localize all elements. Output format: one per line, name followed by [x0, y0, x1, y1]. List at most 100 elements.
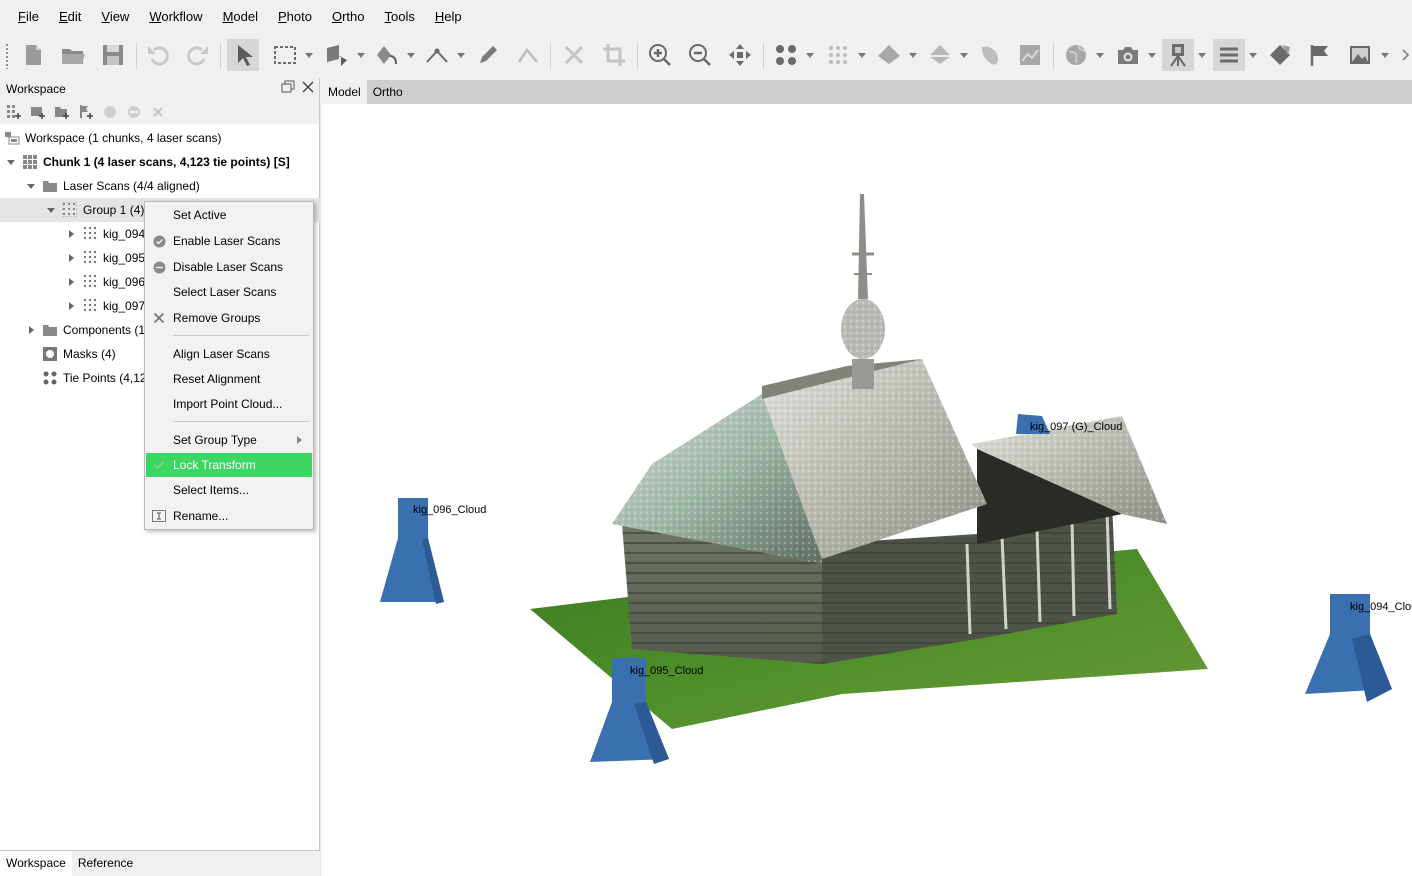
- zoom-in-button[interactable]: [644, 39, 676, 71]
- redo-button[interactable]: [182, 39, 214, 71]
- model-viewport[interactable]: kig_096_Cloud kig_097 (G)_Cloud kig_095_…: [322, 104, 1412, 876]
- dome-spire: [858, 194, 868, 299]
- chevron-down-icon[interactable]: [858, 53, 866, 59]
- chevron-down-icon[interactable]: [909, 53, 917, 59]
- expand-arrow-icon[interactable]: [26, 181, 36, 191]
- tree-item-chunk[interactable]: Chunk 1 (4 laser scans, 4,123 tie points…: [0, 150, 320, 174]
- enable-button[interactable]: [100, 102, 120, 122]
- chevron-down-icon[interactable]: [457, 53, 465, 59]
- add-folder-icon: [55, 107, 69, 119]
- folder-icon: [42, 322, 58, 338]
- menu-file[interactable]: File: [8, 0, 49, 33]
- model-shaded-button[interactable]: [873, 39, 905, 71]
- tree-item-workspace[interactable]: Workspace (1 chunks, 4 laser scans): [0, 126, 320, 150]
- rectangle-selection-button[interactable]: [269, 39, 301, 71]
- menu-item-reset-alignment[interactable]: Reset Alignment: [146, 367, 312, 391]
- draw-line-button[interactable]: [512, 39, 544, 71]
- menu-photo[interactable]: Photo: [268, 0, 322, 33]
- menu-item-enable-laser-scans[interactable]: Enable Laser Scans: [146, 229, 312, 253]
- laser-scans-button[interactable]: [1162, 39, 1194, 71]
- menu-tools[interactable]: Tools: [375, 0, 425, 33]
- menu-edit[interactable]: Edit: [49, 0, 91, 33]
- expand-arrow-icon[interactable]: [66, 229, 76, 239]
- chevron-down-icon[interactable]: [960, 53, 968, 59]
- tie-points-button[interactable]: [822, 39, 854, 71]
- zoom-out-button[interactable]: [684, 39, 716, 71]
- menu-item-set-active[interactable]: Set Active: [146, 203, 312, 227]
- tab-workspace[interactable]: Workspace: [0, 851, 72, 876]
- tab-reference[interactable]: Reference: [72, 851, 139, 876]
- chevron-down-icon[interactable]: [1249, 53, 1257, 59]
- add-photos-icon: [31, 107, 45, 119]
- tab-ortho[interactable]: Ortho: [367, 80, 409, 104]
- chevron-down-icon[interactable]: [806, 53, 814, 59]
- new-document-button[interactable]: [17, 39, 49, 71]
- show-markers-button[interactable]: [1264, 39, 1296, 71]
- float-panel-icon[interactable]: [281, 80, 295, 94]
- chevron-down-icon[interactable]: [1096, 53, 1104, 59]
- open-button[interactable]: [57, 39, 89, 71]
- menu-item-lock-transform[interactable]: Lock Transform: [146, 453, 312, 477]
- add-photos-button[interactable]: [28, 102, 48, 122]
- close-panel-icon[interactable]: [301, 80, 315, 94]
- toolbar-overflow-chevron-icon[interactable]: [1402, 49, 1410, 61]
- chevron-down-icon[interactable]: [357, 53, 365, 59]
- dem-button[interactable]: [974, 39, 1006, 71]
- undo-button[interactable]: [142, 39, 174, 71]
- menu-item-disable-laser-scans[interactable]: Disable Laser Scans: [146, 255, 312, 279]
- rotate-object-button[interactable]: [371, 39, 403, 71]
- menu-ortho[interactable]: Ortho: [322, 0, 375, 33]
- tree-item-laser-scans[interactable]: Laser Scans (4/4 aligned): [0, 174, 320, 198]
- delete-selection-button[interactable]: [558, 39, 590, 71]
- menu-view[interactable]: View: [91, 0, 139, 33]
- remove-items-button[interactable]: [148, 102, 168, 122]
- point-cloud-button[interactable]: [770, 39, 802, 71]
- toolbar-grip[interactable]: [5, 43, 9, 69]
- menu-item-rename[interactable]: Rename...: [146, 504, 312, 528]
- move-region-button[interactable]: [321, 39, 353, 71]
- menu-item-set-group-type[interactable]: Set Group Type: [146, 428, 312, 452]
- expand-arrow-icon[interactable]: [66, 277, 76, 287]
- menu-item-import-point-cloud[interactable]: Import Point Cloud...: [146, 392, 312, 416]
- menu-model[interactable]: Model: [213, 0, 268, 33]
- menu-help[interactable]: Help: [425, 0, 472, 33]
- menu-item-select-laser-scans[interactable]: Select Laser Scans: [146, 280, 312, 304]
- disable-button[interactable]: [124, 102, 144, 122]
- reset-view-button[interactable]: [724, 39, 756, 71]
- expand-arrow-icon[interactable]: [46, 205, 56, 215]
- zoom-in-icon: [649, 44, 671, 66]
- navigation-tool-button[interactable]: [227, 39, 259, 71]
- move-region-icon: [327, 45, 347, 66]
- globe-view-button[interactable]: [1060, 39, 1092, 71]
- chevron-down-icon[interactable]: [1148, 53, 1156, 59]
- crop-selection-button[interactable]: [598, 39, 630, 71]
- menu-help-accel: H: [434, 9, 445, 24]
- expand-arrow-icon[interactable]: [6, 157, 16, 167]
- show-flags-button[interactable]: [1304, 39, 1336, 71]
- chevron-down-icon[interactable]: [305, 53, 313, 59]
- toolbar-separator: [1053, 43, 1054, 69]
- menu-item-label: Remove Groups: [173, 311, 261, 325]
- show-images-button[interactable]: [1344, 39, 1376, 71]
- expand-arrow-icon[interactable]: [26, 325, 36, 335]
- ruler-button[interactable]: [421, 39, 453, 71]
- add-chunk-button[interactable]: [4, 102, 24, 122]
- add-folder-button[interactable]: [52, 102, 72, 122]
- expand-arrow-icon[interactable]: [66, 301, 76, 311]
- chevron-down-icon[interactable]: [1381, 53, 1389, 59]
- menu-item-select-items[interactable]: Select Items...: [146, 478, 312, 502]
- tiled-model-button[interactable]: [924, 39, 956, 71]
- tab-model[interactable]: Model: [322, 80, 367, 104]
- chevron-down-icon[interactable]: [407, 53, 415, 59]
- add-marker-button[interactable]: [76, 102, 96, 122]
- draw-polyline-button[interactable]: [472, 39, 504, 71]
- save-button[interactable]: [97, 39, 129, 71]
- menu-item-align-laser-scans[interactable]: Align Laser Scans: [146, 342, 312, 366]
- orthomosaic-button[interactable]: [1014, 39, 1046, 71]
- chevron-down-icon[interactable]: [1198, 53, 1206, 59]
- show-cameras-button[interactable]: [1112, 39, 1144, 71]
- shapes-button[interactable]: [1213, 39, 1245, 71]
- expand-arrow-icon[interactable]: [66, 253, 76, 263]
- menu-item-remove-groups[interactable]: Remove Groups: [146, 306, 312, 330]
- menu-workflow[interactable]: Workflow: [139, 0, 212, 33]
